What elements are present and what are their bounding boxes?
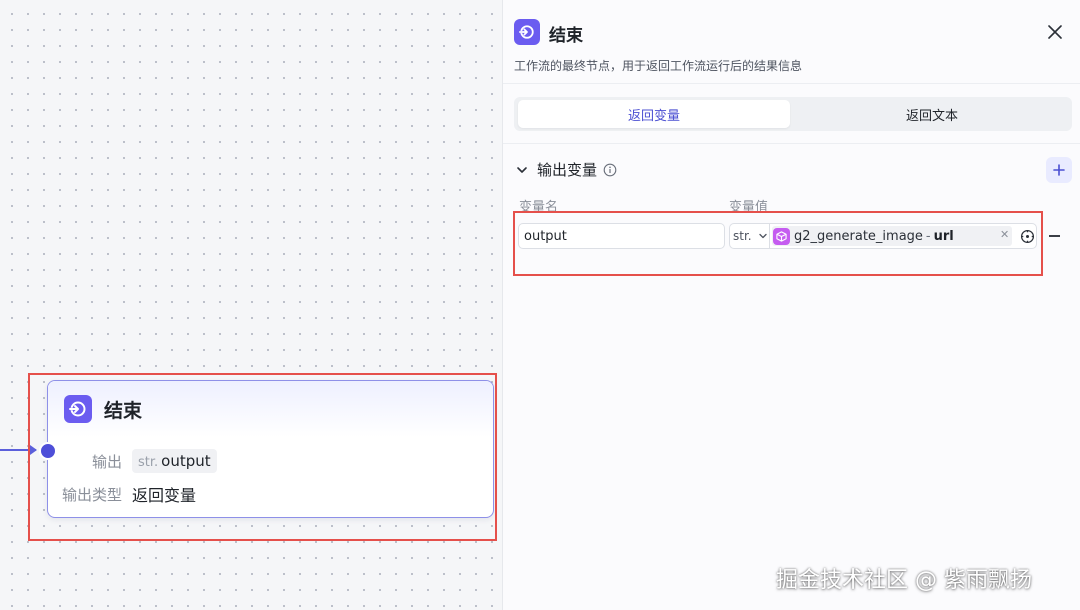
end-node-header: 结束 xyxy=(48,381,493,437)
clear-icon[interactable]: ✕ xyxy=(1000,228,1009,241)
section-title: 输出变量 xyxy=(537,161,598,179)
variable-type-select[interactable]: str. xyxy=(729,223,769,249)
node-input-port[interactable] xyxy=(39,442,57,460)
end-node-card[interactable]: 结束 输出 str. output 输出类型 返回变量 xyxy=(47,380,494,518)
variable-reference-chip[interactable]: g2_generate_image - url xyxy=(772,226,1012,246)
variable-name-input[interactable] xyxy=(518,223,725,249)
column-label-value: 变量值 xyxy=(729,200,769,215)
output-label: 输出 xyxy=(91,452,122,471)
panel-description: 工作流的最终节点，用于返回工作流运行后的结果信息 xyxy=(514,59,803,73)
variable-type-value: str. xyxy=(733,229,752,243)
node-output-row: 输出 str. output xyxy=(62,449,217,473)
output-kind-label: 输出类型 xyxy=(62,485,123,504)
close-button[interactable] xyxy=(1043,20,1067,44)
tab-return-text[interactable]: 返回文本 xyxy=(796,100,1068,128)
output-variables-section-header[interactable]: 输出变量 xyxy=(515,159,617,180)
output-type-tag: str. xyxy=(138,455,159,470)
info-icon[interactable] xyxy=(603,163,617,177)
cube-icon xyxy=(773,227,790,245)
watermark: 掘金技术社区 @ 紫雨飘扬 xyxy=(776,568,1032,593)
node-output-kind-row: 输出类型 返回变量 xyxy=(62,482,196,506)
reference-node-name: g2_generate_image xyxy=(794,228,923,244)
column-label-name: 变量名 xyxy=(519,200,559,215)
variable-value-field[interactable]: g2_generate_image - url ✕ xyxy=(769,223,1037,249)
chevron-down-icon xyxy=(758,233,767,239)
tab-return-variable[interactable]: 返回变量 xyxy=(518,100,790,128)
reference-separator: - xyxy=(925,228,931,244)
output-mode-tabs: 返回变量 返回文本 xyxy=(514,97,1072,131)
workflow-canvas[interactable]: 结束 输出 str. output 输出类型 返回变量 xyxy=(0,0,502,610)
output-variable-name: output xyxy=(161,452,211,470)
remove-variable-button[interactable] xyxy=(1047,230,1061,242)
minus-icon xyxy=(1048,235,1060,237)
plus-icon xyxy=(1053,164,1065,176)
output-kind-value: 返回变量 xyxy=(132,486,197,505)
chevron-down-icon[interactable] xyxy=(515,163,529,177)
section-divider xyxy=(503,143,1080,144)
panel-header: 结束 工作流的最终节点，用于返回工作流运行后的结果信息 xyxy=(503,0,1080,84)
add-variable-button[interactable] xyxy=(1046,157,1072,183)
output-variable-pill: str. output xyxy=(132,449,217,473)
variable-ref-button[interactable] xyxy=(1018,227,1036,245)
node-config-panel: 结束 工作流的最终节点，用于返回工作流运行后的结果信息 返回变量 返回文本 输出… xyxy=(502,0,1080,610)
variable-ref-icon xyxy=(1020,229,1034,243)
panel-title: 结束 xyxy=(549,26,583,46)
end-node-title: 结束 xyxy=(104,399,143,422)
reference-field-name: url xyxy=(933,228,954,244)
close-icon xyxy=(1048,25,1062,39)
end-node-icon xyxy=(514,19,540,45)
edge-arrow-icon xyxy=(30,445,37,455)
end-node-icon xyxy=(64,395,92,423)
